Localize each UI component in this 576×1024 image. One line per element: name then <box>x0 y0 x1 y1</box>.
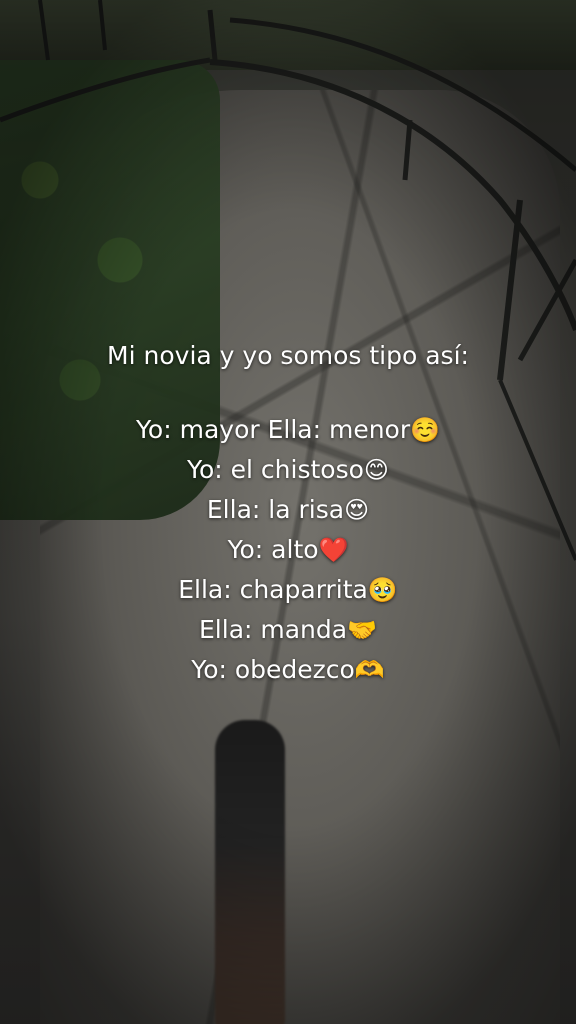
caption-line: Yo: el chistoso😊 <box>0 450 576 490</box>
caption-line-text: Yo: mayor Ella: menor <box>135 415 411 444</box>
caption-title: Mi novia y yo somos tipo así: <box>107 341 469 370</box>
caption-line-text: Ella: la risa <box>206 495 345 524</box>
smiling-face-emoji-icon: 😊 <box>363 456 389 484</box>
background-photo: Mi novia y yo somos tipo así: Yo: mayor … <box>0 0 576 1024</box>
holding-back-tears-emoji-icon: 🥹 <box>367 576 398 604</box>
handshake-emoji-icon: 🤝 <box>347 616 377 644</box>
caption-line-text: Yo: obedezco <box>191 655 355 684</box>
caption-line-text: Ella: chaparrita <box>178 575 368 604</box>
caption-line: Yo: alto❤️ <box>0 530 576 570</box>
caption-line: Ella: manda🤝 <box>0 610 576 650</box>
heart-hands-emoji-icon: 🫶 <box>354 656 385 684</box>
caption-line-text: Yo: el chistoso <box>187 455 364 484</box>
caption-line: Yo: mayor Ella: menor☺️ <box>0 410 576 450</box>
relieved-smile-emoji-icon: ☺️ <box>410 416 441 444</box>
heart-eyes-emoji-icon: 😍 <box>344 496 370 524</box>
caption-line-text: Ella: manda <box>199 615 348 644</box>
caption-line: Ella: la risa😍 <box>0 490 576 530</box>
red-heart-emoji-icon: ❤️ <box>318 536 349 564</box>
caption-line-text: Yo: alto <box>227 535 319 564</box>
caption-line: Ella: chaparrita🥹 <box>0 570 576 610</box>
caption-overlay: Mi novia y yo somos tipo así: Yo: mayor … <box>0 336 576 690</box>
caption-line: Yo: obedezco🫶 <box>0 650 576 690</box>
